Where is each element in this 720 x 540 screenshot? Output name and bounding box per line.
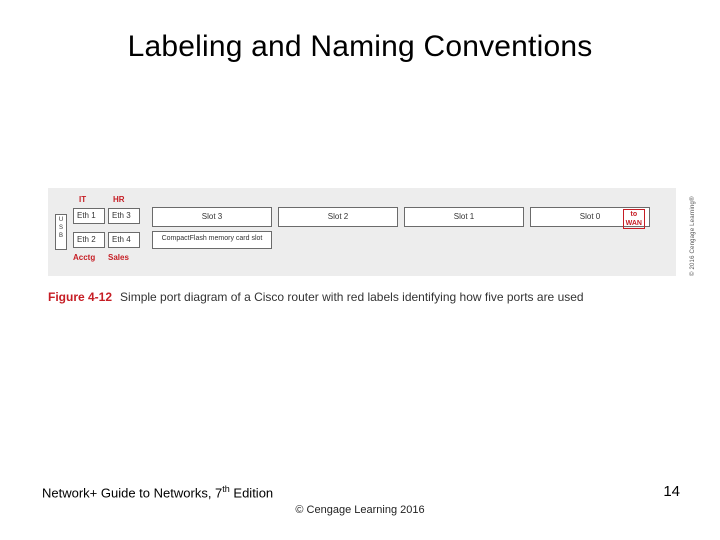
compactflash-label: CompactFlash memory card slot — [153, 235, 271, 242]
slot-0: Slot 0 to WAN — [530, 207, 650, 227]
page-number: 14 — [663, 483, 680, 500]
figure-number: Figure 4-12 — [48, 290, 112, 304]
figure-4-12: U S B IT HR Eth 1 Eth 3 Eth 2 Eth 4 Acct… — [48, 188, 676, 304]
port-eth2: Eth 2 — [73, 232, 105, 248]
port-eth2-label: Eth 2 — [77, 235, 96, 244]
port-eth4-label: Eth 4 — [112, 235, 131, 244]
footer-book-sup: th — [222, 484, 230, 494]
usb-letter: B — [56, 233, 66, 239]
to-wan-label: to WAN — [623, 209, 645, 229]
figure-caption-text: Simple port diagram of a Cisco router wi… — [120, 290, 584, 304]
slot-2-label: Slot 2 — [279, 212, 397, 221]
port-eth4: Eth 4 — [108, 232, 140, 248]
footer-book-a: Network+ Guide to Networks, 7 — [42, 485, 222, 500]
compactflash-slot: CompactFlash memory card slot — [152, 231, 272, 249]
figure-caption: Figure 4-12 Simple port diagram of a Cisc… — [48, 290, 676, 304]
port-eth3-label: Eth 3 — [112, 211, 131, 220]
port-eth3: Eth 3 — [108, 208, 140, 224]
router-diagram: U S B IT HR Eth 1 Eth 3 Eth 2 Eth 4 Acct… — [48, 188, 676, 276]
slot-3-label: Slot 3 — [153, 212, 271, 221]
port-eth1-label: Eth 1 — [77, 211, 96, 220]
footer-book-title: Network+ Guide to Networks, 7th Edition — [42, 484, 273, 500]
footer-book-b: Edition — [230, 485, 273, 500]
label-hr: HR — [113, 196, 125, 204]
usb-port-box: U S B — [55, 214, 67, 250]
to-wan-line1: to — [626, 210, 642, 219]
label-acctg: Acctg — [73, 254, 95, 262]
slot-1: Slot 1 — [404, 207, 524, 227]
to-wan-line2: WAN — [626, 219, 642, 228]
slot-3: Slot 3 — [152, 207, 272, 227]
label-sales: Sales — [108, 254, 129, 262]
diagram-credit: © 2016 Cengage Learning® — [690, 188, 696, 276]
slot-2: Slot 2 — [278, 207, 398, 227]
slide-title: Labeling and Naming Conventions — [0, 30, 720, 64]
label-it: IT — [79, 196, 86, 204]
usb-letter: S — [56, 225, 66, 231]
port-eth1: Eth 1 — [73, 208, 105, 224]
footer-copyright: © Cengage Learning 2016 — [0, 504, 720, 516]
slot-1-label: Slot 1 — [405, 212, 523, 221]
usb-letter: U — [56, 217, 66, 223]
